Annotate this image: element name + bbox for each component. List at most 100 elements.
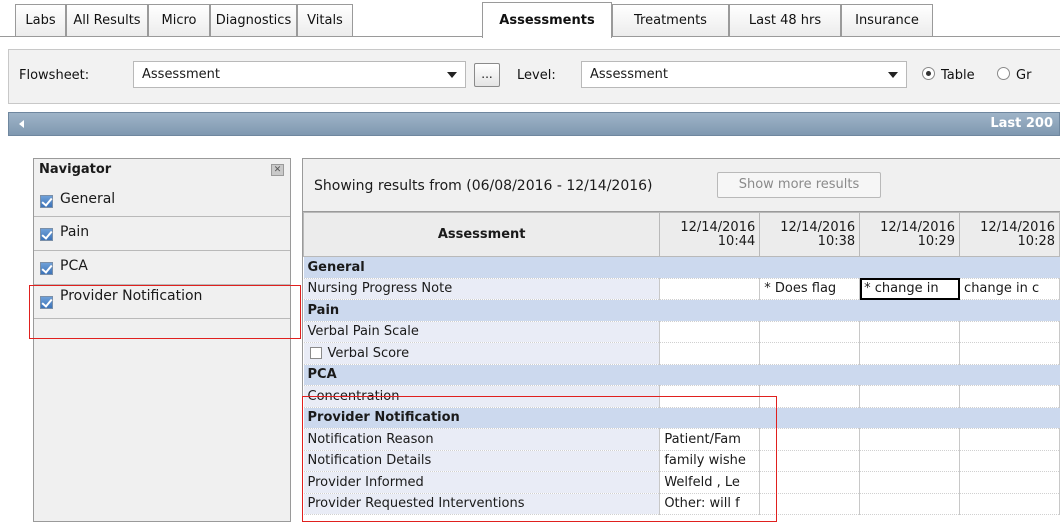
flowsheet-browse-button[interactable]: ... xyxy=(474,63,500,87)
table-row[interactable]: Verbal Score xyxy=(303,342,1060,365)
result-cell[interactable] xyxy=(659,278,761,300)
close-icon[interactable]: ✕ xyxy=(271,164,284,176)
result-cell[interactable] xyxy=(959,385,1060,408)
tab-assessments[interactable]: Assessments xyxy=(482,2,612,38)
section-label: Provider Notification xyxy=(303,407,1060,429)
navigator-item-provider-notification[interactable]: Provider Notification xyxy=(34,285,290,319)
result-cell[interactable] xyxy=(759,493,861,515)
navigator-item-label: Provider Notification xyxy=(60,288,203,304)
table-section-row[interactable]: Provider Notification xyxy=(303,407,1060,429)
result-cell[interactable]: Welfeld , Le xyxy=(659,471,761,494)
tab-vitals[interactable]: Vitals xyxy=(297,4,353,36)
result-cell[interactable] xyxy=(859,493,961,515)
result-cell[interactable] xyxy=(659,321,761,343)
result-cell[interactable] xyxy=(859,385,961,408)
result-cell[interactable] xyxy=(759,471,861,494)
table-row[interactable]: Notification Reason Patient/Fam xyxy=(303,428,1060,451)
result-cell[interactable] xyxy=(859,428,961,451)
assessment-column-header[interactable]: Assessment xyxy=(302,212,661,257)
tab-diagnostics[interactable]: Diagnostics xyxy=(210,4,297,36)
checkbox-icon[interactable] xyxy=(40,262,53,275)
checkbox-icon[interactable] xyxy=(40,296,53,309)
flowsheet-label: Flowsheet: xyxy=(19,68,90,83)
result-cell[interactable]: * change in xyxy=(859,278,961,300)
result-cell[interactable] xyxy=(959,493,1060,515)
table-view-radio[interactable] xyxy=(922,67,935,80)
chevron-left-icon[interactable] xyxy=(19,120,24,128)
result-cell[interactable]: family wishe xyxy=(659,450,761,472)
date-column-header[interactable]: 12/14/2016 10:44 xyxy=(659,212,761,257)
table-row[interactable]: Concentration xyxy=(303,385,1060,408)
navigator-item-label: General xyxy=(60,191,116,207)
navigator-item-pain[interactable]: Pain xyxy=(34,217,290,251)
table-row[interactable]: Provider Informed Welfeld , Le xyxy=(303,471,1060,494)
date-column-header[interactable]: 12/14/2016 10:38 xyxy=(759,212,861,257)
checkbox-icon[interactable] xyxy=(40,195,53,208)
date-column-header[interactable]: 12/14/2016 10:28 xyxy=(959,212,1060,257)
flowsheet-toolbar: Flowsheet: Assessment ... Level: Assessm… xyxy=(8,49,1060,104)
result-cell[interactable] xyxy=(759,428,861,451)
result-cell[interactable]: * Does flag xyxy=(759,278,861,300)
results-table: Assessment 12/14/2016 10:44 12/14/2016 10:… xyxy=(302,212,1060,515)
navigator-item-pca[interactable]: PCA xyxy=(34,251,290,285)
range-label[interactable]: Last 200 xyxy=(990,116,1053,131)
result-cell[interactable]: change in c xyxy=(959,278,1060,300)
table-section-row[interactable]: Pain xyxy=(303,299,1060,322)
result-cell[interactable] xyxy=(759,385,861,408)
level-label: Level: xyxy=(517,68,556,83)
tab-treatments[interactable]: Treatments xyxy=(612,4,729,36)
result-cell[interactable] xyxy=(859,450,961,472)
show-more-results-button[interactable]: Show more results xyxy=(717,172,881,198)
tab-last-48-hrs[interactable]: Last 48 hrs xyxy=(729,4,841,36)
table-section-row[interactable]: PCA xyxy=(303,364,1060,386)
row-label: Nursing Progress Note xyxy=(303,278,661,300)
result-cell[interactable] xyxy=(959,321,1060,343)
tab-labs[interactable]: Labs xyxy=(15,4,66,36)
tab-all-results[interactable]: All Results xyxy=(66,4,148,36)
table-section-row[interactable]: General xyxy=(303,256,1060,279)
checkbox-icon[interactable] xyxy=(309,346,322,359)
tab-micro[interactable]: Micro xyxy=(148,4,210,36)
result-cell[interactable] xyxy=(859,321,961,343)
table-row[interactable]: Verbal Pain Scale xyxy=(303,321,1060,343)
row-label: Notification Details xyxy=(303,450,661,472)
result-cell[interactable] xyxy=(659,385,761,408)
result-cell[interactable] xyxy=(859,342,961,365)
column-date: 12/14/2016 xyxy=(880,219,956,235)
column-date: 12/14/2016 xyxy=(980,219,1055,235)
result-cell[interactable] xyxy=(959,428,1060,451)
result-cell[interactable] xyxy=(759,450,861,472)
level-select[interactable]: Assessment xyxy=(581,61,907,88)
result-cell[interactable] xyxy=(759,321,861,343)
result-cell[interactable] xyxy=(759,342,861,365)
result-cell[interactable] xyxy=(859,471,961,494)
results-table-body: General Nursing Progress Note * Does flag *… xyxy=(303,256,1060,515)
flowsheet-select[interactable]: Assessment xyxy=(133,61,466,88)
result-cell[interactable] xyxy=(959,450,1060,472)
result-cell[interactable]: Patient/Fam xyxy=(659,428,761,451)
date-column-header[interactable]: 12/14/2016 10:29 xyxy=(859,212,961,257)
graph-view-radio[interactable] xyxy=(997,67,1010,80)
column-time: 10:28 xyxy=(1017,233,1055,249)
result-cell[interactable] xyxy=(959,471,1060,494)
navigator-item-label: PCA xyxy=(60,258,88,274)
section-label: PCA xyxy=(303,364,1060,386)
table-row[interactable]: Provider Requested Interventions Other: w… xyxy=(303,493,1060,515)
result-cell[interactable]: Other: will f xyxy=(659,493,761,515)
row-label: Concentration xyxy=(303,385,661,408)
checkbox-icon[interactable] xyxy=(40,228,53,241)
results-panel: Showing results from (06/08/2016 - 12/14… xyxy=(302,158,1060,522)
table-row[interactable]: Nursing Progress Note * Does flag * change… xyxy=(303,278,1060,300)
tab-insurance[interactable]: Insurance xyxy=(841,4,933,36)
results-range-text: Showing results from (06/08/2016 - 12/14… xyxy=(314,178,653,194)
navigator-title: Navigator xyxy=(39,162,112,177)
navigator-panel: Navigator ✕ General Pain PCA Provider No… xyxy=(33,158,291,522)
section-label: General xyxy=(303,256,1060,279)
navigator-item-label: Pain xyxy=(60,224,90,240)
result-cell[interactable] xyxy=(659,342,761,365)
row-label: Verbal Score xyxy=(303,342,661,365)
navigator-item-general[interactable]: General xyxy=(34,187,290,217)
chevron-down-icon xyxy=(888,72,898,78)
table-row[interactable]: Notification Details family wishe xyxy=(303,450,1060,472)
result-cell[interactable] xyxy=(959,342,1060,365)
